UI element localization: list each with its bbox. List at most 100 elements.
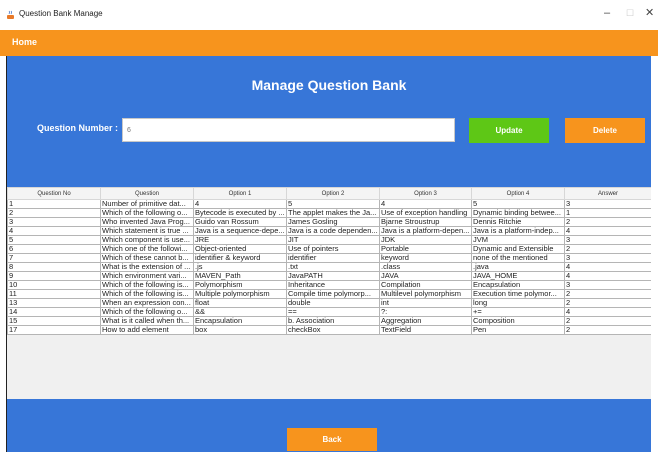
page-title: Manage Question Bank bbox=[251, 77, 407, 93]
table-cell: TextField bbox=[379, 325, 472, 335]
table-cell: Multilevel polymorphism bbox=[379, 289, 472, 299]
table-cell: none of the mentioned bbox=[471, 253, 565, 263]
question-table: Question No Question Option 1 Option 2 Optio… bbox=[7, 187, 651, 335]
table-cell: double bbox=[286, 298, 380, 308]
table-cell: 14 bbox=[7, 307, 101, 317]
table-cell: Which one of the followi... bbox=[100, 244, 194, 254]
table-cell: 4 bbox=[7, 226, 101, 236]
column-header[interactable]: Question bbox=[100, 187, 194, 200]
table-cell: Which component is use... bbox=[100, 235, 194, 245]
table-cell: 4 bbox=[193, 199, 287, 209]
table-cell: Portable bbox=[379, 244, 472, 254]
table-cell: JavaPATH bbox=[286, 271, 380, 281]
table-cell: .java bbox=[471, 262, 565, 272]
table-cell: Execution time polymor... bbox=[471, 289, 565, 299]
table-cell: Dynamic binding betwee... bbox=[471, 208, 565, 218]
question-table-area[interactable]: Question No Question Option 1 Option 2 Optio… bbox=[7, 187, 651, 399]
question-number-input[interactable] bbox=[122, 118, 455, 142]
table-cell: Java is a platform-depen... bbox=[379, 226, 472, 236]
table-cell: keyword bbox=[379, 253, 472, 263]
table-cell: 2 bbox=[564, 316, 651, 326]
table-cell: 7 bbox=[7, 253, 101, 263]
table-row[interactable]: 7 Which of these cannot b... identifier & … bbox=[7, 253, 651, 263]
table-cell: MAVEN_Path bbox=[193, 271, 287, 281]
table-cell: 2 bbox=[564, 298, 651, 308]
table-cell: JDK bbox=[379, 235, 472, 245]
table-cell: Java is a platform-indep... bbox=[471, 226, 565, 236]
window-title: Question Bank Manage bbox=[19, 9, 103, 18]
table-cell: 17 bbox=[7, 325, 101, 335]
table-cell: Compile time polymorp... bbox=[286, 289, 380, 299]
table-row[interactable]: 14 Which of the following o... && ==?: += 4 bbox=[7, 307, 651, 317]
table-cell: Dynamic and Extensible bbox=[471, 244, 565, 254]
table-row[interactable]: 10 Which of the following is... Polymorphi… bbox=[7, 280, 651, 290]
table-cell: Which of these cannot b... bbox=[100, 253, 194, 263]
table-row[interactable]: 8 What is the extension of ... .js .txt .cla… bbox=[7, 262, 651, 272]
column-header[interactable]: Answer bbox=[564, 187, 651, 200]
table-row[interactable]: 4 Which statement is true ... Java is a se… bbox=[7, 226, 651, 236]
table-row[interactable]: 2 Which of the following o... Bytecode is … bbox=[7, 208, 651, 218]
table-cell: 2 bbox=[7, 208, 101, 218]
table-cell: 9 bbox=[7, 271, 101, 281]
table-row[interactable]: 15 What is it called when th... Encapsulat… bbox=[7, 316, 651, 326]
column-header[interactable]: Option 3 bbox=[379, 187, 472, 200]
table-cell: int bbox=[379, 298, 472, 308]
table-cell: 2 bbox=[564, 289, 651, 299]
table-cell: 3 bbox=[564, 253, 651, 263]
delete-button[interactable]: Delete bbox=[565, 118, 645, 143]
column-header[interactable]: Option 2 bbox=[286, 187, 380, 200]
table-cell: Inheritance bbox=[286, 280, 380, 290]
table-row[interactable]: 11 Which of the following is... Multiple p… bbox=[7, 289, 651, 299]
back-button[interactable]: Back bbox=[287, 428, 377, 451]
table-cell: Encapsulation bbox=[193, 316, 287, 326]
table-cell: long bbox=[471, 298, 565, 308]
table-cell: JAVA bbox=[379, 271, 472, 281]
table-row[interactable]: 13 When an expression con... float double in… bbox=[7, 298, 651, 308]
table-cell: 4 bbox=[564, 226, 651, 236]
table-cell: b. Association bbox=[286, 316, 380, 326]
table-cell: Which environment vari... bbox=[100, 271, 194, 281]
table-cell: 3 bbox=[564, 235, 651, 245]
column-header[interactable]: Option 1 bbox=[193, 187, 287, 200]
table-cell: Number of primitive dat... bbox=[100, 199, 194, 209]
table-cell: Composition bbox=[471, 316, 565, 326]
table-row[interactable]: 5 Which component is use... JRE JIT JDK JVM 3 bbox=[7, 235, 651, 245]
table-row[interactable]: 17 How to add element box checkBox TextField… bbox=[7, 325, 651, 335]
table-row[interactable]: 6 Which one of the followi... Object-orien… bbox=[7, 244, 651, 254]
column-header[interactable]: Option 4 bbox=[471, 187, 565, 200]
manage-header-panel: Manage Question Bank Question Number : U… bbox=[7, 56, 651, 187]
table-cell: 2 bbox=[564, 325, 651, 335]
table-cell: box bbox=[193, 325, 287, 335]
update-button[interactable]: Update bbox=[469, 118, 549, 143]
table-cell: How to add element bbox=[100, 325, 194, 335]
table-cell: Use of exception handling bbox=[379, 208, 472, 218]
table-cell: Aggregation bbox=[379, 316, 472, 326]
table-cell: Which of the following is... bbox=[100, 289, 194, 299]
minimize-button[interactable]: – bbox=[604, 7, 610, 19]
table-cell: JRE bbox=[193, 235, 287, 245]
question-number-label: Question Number : bbox=[37, 123, 119, 133]
column-header[interactable]: Question No bbox=[7, 187, 101, 200]
table-cell: 10 bbox=[7, 280, 101, 290]
table-cell: Polymorphism bbox=[193, 280, 287, 290]
table-cell: 8 bbox=[7, 262, 101, 272]
table-row[interactable]: 3 Who invented Java Prog... Guido van Ross… bbox=[7, 217, 651, 227]
table-cell: Java is a code dependen... bbox=[286, 226, 380, 236]
table-row[interactable]: 1 Number of primitive dat... 4 5 4 5 3 bbox=[7, 199, 651, 209]
table-cell: Object-oriented bbox=[193, 244, 287, 254]
table-cell: Encapsulation bbox=[471, 280, 565, 290]
table-row[interactable]: 9 Which environment vari... MAVEN_Path Java… bbox=[7, 271, 651, 281]
menu-home[interactable]: Home bbox=[12, 37, 37, 47]
table-cell: JIT bbox=[286, 235, 380, 245]
maximize-button[interactable]: ☐ bbox=[626, 7, 634, 19]
table-cell: ?: bbox=[379, 307, 472, 317]
close-button[interactable]: ✕ bbox=[645, 7, 654, 19]
table-cell: Which statement is true ... bbox=[100, 226, 194, 236]
table-cell: 4 bbox=[564, 307, 651, 317]
table-cell: 3 bbox=[564, 280, 651, 290]
table-cell: Which of the following is... bbox=[100, 280, 194, 290]
table-cell: 1 bbox=[564, 208, 651, 218]
table-cell: 2 bbox=[564, 217, 651, 227]
table-cell: Multiple polymorphism bbox=[193, 289, 287, 299]
table-cell: .txt bbox=[286, 262, 380, 272]
